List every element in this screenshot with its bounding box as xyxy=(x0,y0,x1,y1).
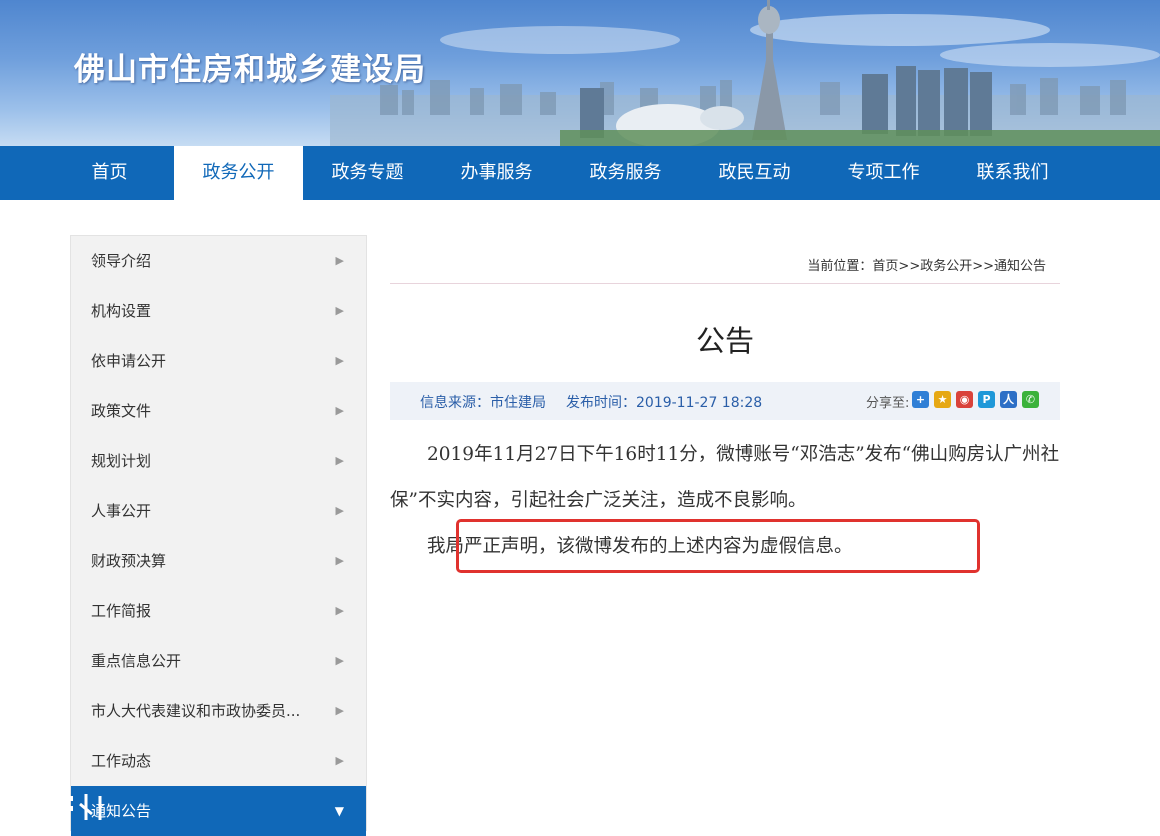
sidebar-item-label: 人事公开 xyxy=(91,502,152,520)
sidebar-item-label: 财政预决算 xyxy=(91,552,167,570)
renren-icon[interactable]: 人 xyxy=(1000,391,1017,408)
sidebar-item-label: 政策文件 xyxy=(91,402,152,420)
sidebar: 领导介绍 ▶ 机构设置 ▶ 依申请公开 ▶ 政策文件 ▶ 规划计划 ▶ 人事公开… xyxy=(70,235,367,836)
chevron-down-icon: ▼ xyxy=(334,804,344,818)
share-icons: + ★ ◉ P 人 ✆ xyxy=(912,391,1039,408)
share-label: 分享至: xyxy=(866,396,910,411)
sidebar-item-label: 规划计划 xyxy=(91,452,152,470)
chevron-right-icon: ▶ xyxy=(335,504,344,517)
site-title: 佛山市住房和城乡建设局 xyxy=(74,52,426,88)
nav-item-contact[interactable]: 联系我们 xyxy=(948,146,1077,200)
site-banner: 佛山市住房和城乡建设局 xyxy=(0,0,1160,146)
qzone-icon[interactable]: ★ xyxy=(934,391,951,408)
sidebar-item-label: 工作动态 xyxy=(91,752,152,770)
add-share-icon[interactable]: + xyxy=(912,391,929,408)
main-nav: 首页 政务公开 政务专题 办事服务 政务服务 政民互动 专项工作 联系我们 xyxy=(0,146,1160,200)
sidebar-item-briefings[interactable]: 工作简报 ▶ xyxy=(71,586,366,636)
sidebar-item-planning[interactable]: 规划计划 ▶ xyxy=(71,436,366,486)
sidebar-item-label: 依申请公开 xyxy=(91,352,167,370)
breadcrumb: 当前位置：首页>>政务公开>>通知公告 xyxy=(807,259,1046,274)
nav-item-government-affairs[interactable]: 政务公开 xyxy=(174,146,303,200)
content-divider xyxy=(390,283,1060,284)
chevron-right-icon: ▶ xyxy=(335,604,344,617)
weibo-icon[interactable]: ◉ xyxy=(956,391,973,408)
article-publish-time: 发布时间：2019-11-27 18:28 xyxy=(566,395,763,411)
nav-item-home[interactable]: 首页 xyxy=(45,146,174,200)
sidebar-item-label: 领导介绍 xyxy=(91,252,152,270)
sidebar-item-label: 工作简报 xyxy=(91,602,152,620)
chevron-right-icon: ▶ xyxy=(335,454,344,467)
nav-item-services[interactable]: 办事服务 xyxy=(432,146,561,200)
overlay-watermark-icon xyxy=(68,794,102,820)
nav-item-interaction[interactable]: 政民互动 xyxy=(690,146,819,200)
nav-item-gov-services[interactable]: 政务服务 xyxy=(561,146,690,200)
chevron-right-icon: ▶ xyxy=(335,704,344,717)
sidebar-item-leaders[interactable]: 领导介绍 ▶ xyxy=(71,236,366,286)
sidebar-item-npc-proposals[interactable]: 市人大代表建议和市政协委员... ▶ xyxy=(71,686,366,736)
sidebar-item-label: 市人大代表建议和市政协委员... xyxy=(91,702,301,720)
nav-item-special-work[interactable]: 专项工作 xyxy=(819,146,948,200)
sidebar-item-budget[interactable]: 财政预决算 ▶ xyxy=(71,536,366,586)
chevron-right-icon: ▶ xyxy=(335,254,344,267)
wechat-icon[interactable]: ✆ xyxy=(1022,391,1039,408)
article-paragraph: 2019年11月27日下午16时11分，微博账号“邓浩志”发布“佛山购房认广州社… xyxy=(390,444,1060,511)
chevron-right-icon: ▶ xyxy=(335,354,344,367)
sidebar-item-label: 重点信息公开 xyxy=(91,652,182,670)
nav-item-topics[interactable]: 政务专题 xyxy=(303,146,432,200)
sidebar-item-organization[interactable]: 机构设置 ▶ xyxy=(71,286,366,336)
sidebar-item-work-news[interactable]: 工作动态 ▶ xyxy=(71,736,366,786)
highlight-annotation-box xyxy=(456,519,980,573)
page-title: 公告 xyxy=(695,324,754,358)
chevron-right-icon: ▶ xyxy=(335,654,344,667)
tencent-weibo-icon[interactable]: P xyxy=(978,391,995,408)
article-meta-bar: 信息来源：市住建局 发布时间：2019-11-27 18:28 分享至: + ★ ◉… xyxy=(390,382,1060,420)
chevron-right-icon: ▶ xyxy=(335,754,344,767)
article-source: 信息来源：市住建局 xyxy=(420,395,546,411)
chevron-right-icon: ▶ xyxy=(335,304,344,317)
sidebar-item-policy-documents[interactable]: 政策文件 ▶ xyxy=(71,386,366,436)
sidebar-item-personnel[interactable]: 人事公开 ▶ xyxy=(71,486,366,536)
chevron-right-icon: ▶ xyxy=(335,554,344,567)
sidebar-item-apply-disclosure[interactable]: 依申请公开 ▶ xyxy=(71,336,366,386)
sidebar-item-label: 机构设置 xyxy=(91,302,152,320)
sidebar-item-key-info[interactable]: 重点信息公开 ▶ xyxy=(71,636,366,686)
chevron-right-icon: ▶ xyxy=(335,404,344,417)
